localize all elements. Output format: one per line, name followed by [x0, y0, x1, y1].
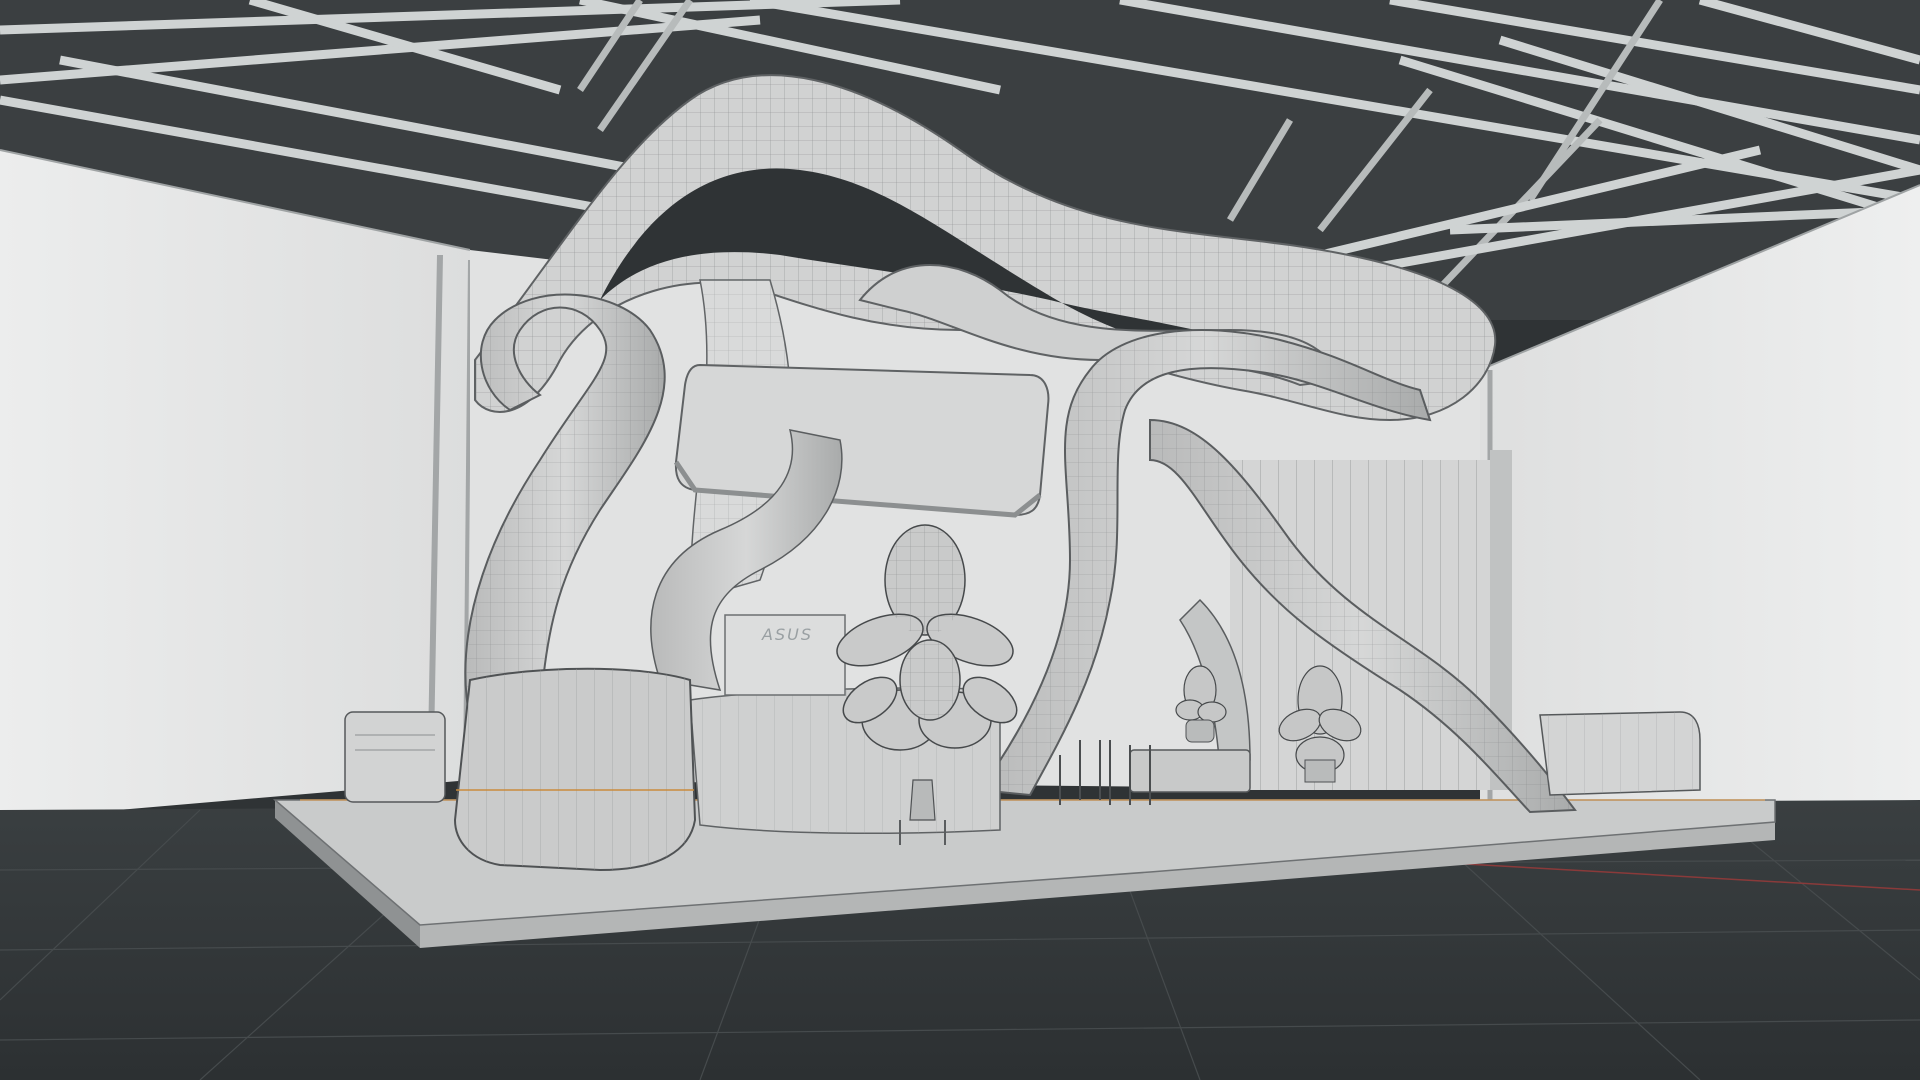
scene-render[interactable]: ASUS: [0, 0, 1920, 1080]
front-counter-right: [1539, 711, 1701, 796]
front-counter-left: [453, 667, 697, 872]
hanging-sign: [673, 363, 1050, 518]
side-cabinet: [344, 711, 446, 803]
3d-viewport[interactable]: ASUS: [0, 0, 1920, 1080]
booth-logo: ASUS: [761, 625, 813, 644]
